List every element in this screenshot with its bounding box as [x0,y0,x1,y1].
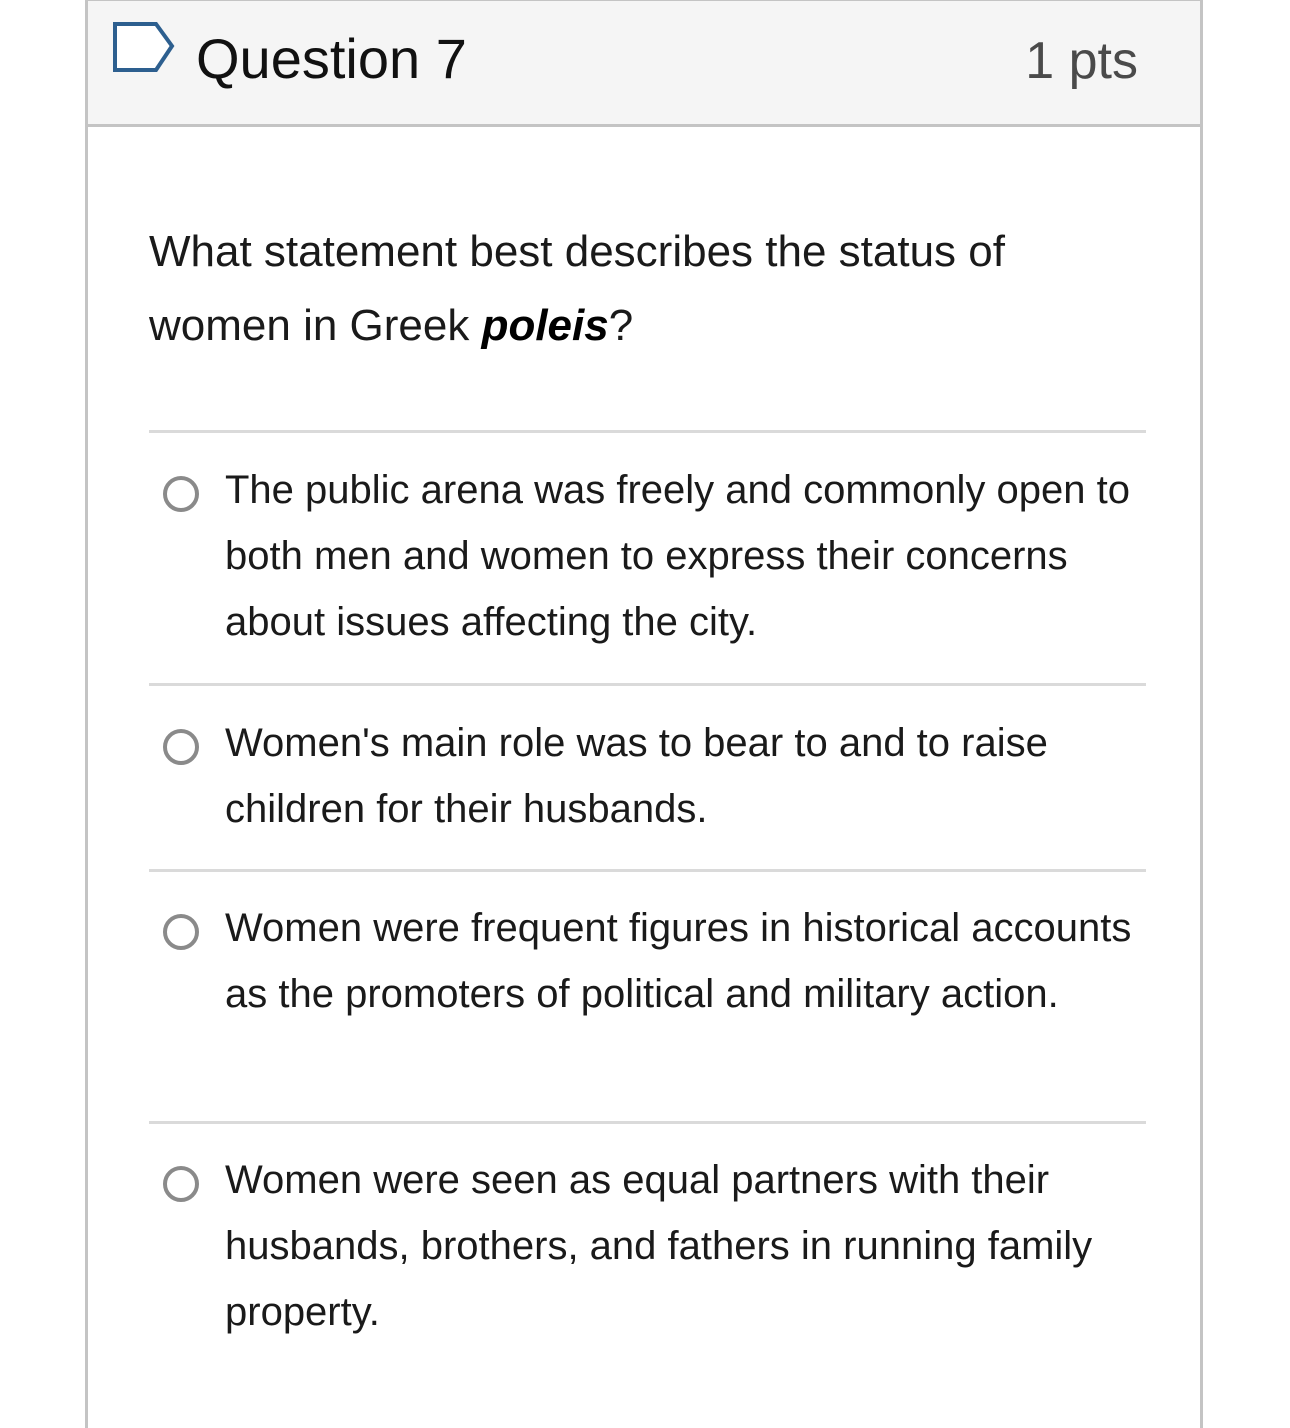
answer-option[interactable]: Women were seen as equal partners with t… [149,1121,1146,1381]
answer-label[interactable]: Women's main role was to bear to and to … [225,710,1140,842]
radio-unchecked-icon[interactable] [163,476,199,512]
question-card: Question 7 1 pts What statement best des… [85,0,1203,1428]
answer-option[interactable]: The public arena was freely and commonly… [149,430,1146,683]
answer-label[interactable]: The public arena was freely and commonly… [225,457,1140,655]
question-header: Question 7 1 pts [88,1,1200,127]
answer-option[interactable]: Women were frequent figures in historica… [149,869,1146,1121]
radio-unchecked-icon[interactable] [163,1166,199,1202]
answer-option[interactable]: Women's main role was to bear to and to … [149,683,1146,869]
question-points: 1 pts [1025,32,1138,90]
answer-list: The public arena was freely and commonly… [149,430,1146,1381]
question-title: Question 7 [196,27,467,90]
prompt-emphasis: poleis [481,301,609,350]
question-prompt: What statement best describes the status… [149,215,1149,363]
flag-question-icon[interactable] [112,21,176,75]
answer-label[interactable]: Women were seen as equal partners with t… [225,1147,1140,1345]
answer-label[interactable]: Women were frequent figures in historica… [225,895,1140,1027]
radio-unchecked-icon[interactable] [163,914,199,950]
prompt-end: ? [608,301,634,350]
radio-unchecked-icon[interactable] [163,729,199,765]
